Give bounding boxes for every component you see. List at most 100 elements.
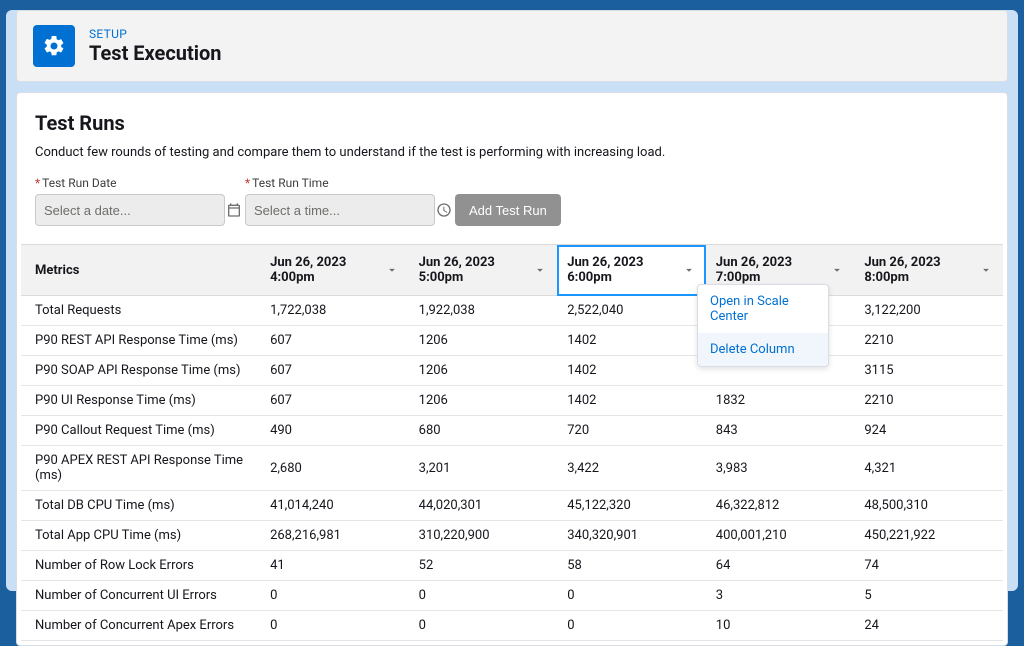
- run-header[interactable]: Jun 26, 2023 4:00pm: [260, 245, 409, 296]
- section-heading: Test Runs: [21, 111, 1003, 135]
- time-field: *Test Run Time: [245, 176, 435, 226]
- date-field: *Test Run Date: [35, 176, 225, 226]
- metric-value: 2,522,040: [557, 296, 706, 326]
- metric-value: 680: [409, 416, 558, 446]
- metric-value: 3,422: [557, 446, 706, 491]
- header-titles: SETUP Test Execution: [89, 27, 222, 65]
- table-row: P90 APEX REST API Response Time (ms)2,68…: [21, 446, 1003, 491]
- metric-value: 41,014,240: [260, 491, 409, 521]
- metric-name: P90 SOAP API Response Time (ms): [21, 356, 260, 386]
- metric-value: 3115: [854, 356, 1003, 386]
- run-header[interactable]: Jun 26, 2023 6:00pm: [557, 245, 706, 296]
- metric-value: 41: [260, 551, 409, 581]
- metric-value: 0: [260, 611, 409, 641]
- table-row: Number of Concurrent UI Errors00035: [21, 581, 1003, 611]
- metric-name: Number of Concurrent UI Errors: [21, 581, 260, 611]
- metric-name: P90 APEX REST API Response Time (ms): [21, 446, 260, 491]
- metric-value: 58: [557, 551, 706, 581]
- time-label-text: Test Run Time: [252, 176, 328, 190]
- date-input-wrap[interactable]: [35, 194, 225, 226]
- metric-value: 0: [260, 581, 409, 611]
- time-field-label: *Test Run Time: [245, 176, 435, 190]
- metric-value: 45,122,320: [557, 491, 706, 521]
- header-eyebrow: SETUP: [89, 27, 222, 41]
- metric-value: 0: [409, 581, 558, 611]
- metric-value: 44,020,301: [409, 491, 558, 521]
- metric-value: 10: [706, 611, 855, 641]
- table-row: Total Requests1,722,0381,922,0382,522,04…: [21, 296, 1003, 326]
- date-input[interactable]: [44, 203, 220, 218]
- add-test-run-button[interactable]: Add Test Run: [455, 194, 561, 226]
- metric-value: 843: [706, 416, 855, 446]
- metric-value: 340,320,901: [557, 521, 706, 551]
- metric-value: 0: [557, 611, 706, 641]
- metric-name: Total Requests: [21, 296, 260, 326]
- metric-value: 268,216,981: [260, 521, 409, 551]
- calendar-icon: [226, 202, 242, 218]
- metric-value: 5: [854, 581, 1003, 611]
- page-header: SETUP Test Execution: [16, 10, 1008, 82]
- run-header-label: Jun 26, 2023 4:00pm: [270, 255, 379, 285]
- chevron-down-icon: [979, 263, 993, 277]
- metric-value: 1,922,038: [409, 296, 558, 326]
- metric-value: 24: [854, 611, 1003, 641]
- date-field-label: *Test Run Date: [35, 176, 225, 190]
- chevron-down-icon: [682, 263, 696, 277]
- metric-name: P90 UI Response Time (ms): [21, 386, 260, 416]
- run-header-label: Jun 26, 2023 6:00pm: [567, 255, 676, 285]
- table-row: Total App CPU Time (ms)268,216,981310,22…: [21, 521, 1003, 551]
- metric-name: P90 Callout Request Time (ms): [21, 416, 260, 446]
- run-header[interactable]: Jun 26, 2023 5:00pm: [409, 245, 558, 296]
- metric-name: Total DB CPU Time (ms): [21, 491, 260, 521]
- menu-open-scale-center[interactable]: Open in Scale Center: [698, 285, 828, 333]
- chevron-down-icon: [533, 263, 547, 277]
- metric-value: 2210: [854, 326, 1003, 356]
- run-header-label: Jun 26, 2023 5:00pm: [419, 255, 528, 285]
- metrics-header: Metrics: [21, 245, 260, 296]
- time-input[interactable]: [254, 203, 430, 218]
- metric-value: 924: [854, 416, 1003, 446]
- clock-icon: [436, 202, 452, 218]
- table-row: P90 SOAP API Response Time (ms)607120614…: [21, 356, 1003, 386]
- gear-icon: [33, 25, 75, 67]
- metric-value: 607: [260, 386, 409, 416]
- metric-value: 52: [409, 551, 558, 581]
- page-title: Test Execution: [89, 41, 222, 65]
- app-shell: SETUP Test Execution Test Runs Conduct f…: [6, 10, 1018, 591]
- metric-value: 1832: [706, 386, 855, 416]
- table-row: Number of Row Lock Errors4152586474: [21, 551, 1003, 581]
- metric-value: 1206: [409, 326, 558, 356]
- run-header-label: Jun 26, 2023 8:00pm: [864, 255, 973, 285]
- metric-name: Total App CPU Time (ms): [21, 521, 260, 551]
- table-row: P90 UI Response Time (ms)607120614021832…: [21, 386, 1003, 416]
- metric-value: 310,220,900: [409, 521, 558, 551]
- metric-value: 64: [706, 551, 855, 581]
- metric-value: 0: [557, 581, 706, 611]
- table-row: P90 REST API Response Time (ms)607120614…: [21, 326, 1003, 356]
- metric-name: Number of Row Lock Errors: [21, 551, 260, 581]
- time-input-wrap[interactable]: [245, 194, 435, 226]
- menu-delete-column[interactable]: Delete Column: [698, 333, 828, 366]
- metric-value: 2210: [854, 386, 1003, 416]
- chevron-down-icon: [385, 263, 399, 277]
- metrics-table: Metrics Jun 26, 2023 4:00pm Jun 26, 2023 5…: [21, 244, 1003, 641]
- table-row: P90 Callout Request Time (ms)49068072084…: [21, 416, 1003, 446]
- metric-value: 490: [260, 416, 409, 446]
- metric-value: 3: [706, 581, 855, 611]
- metric-value: 74: [854, 551, 1003, 581]
- metric-name: P90 REST API Response Time (ms): [21, 326, 260, 356]
- metric-value: 1402: [557, 386, 706, 416]
- column-menu: Open in Scale Center Delete Column: [697, 284, 829, 367]
- chevron-down-icon: [830, 263, 844, 277]
- date-label-text: Test Run Date: [42, 176, 116, 190]
- run-header[interactable]: Jun 26, 2023 8:00pm: [854, 245, 1003, 296]
- run-header-label: Jun 26, 2023 7:00pm: [716, 255, 825, 285]
- metric-value: 400,001,210: [706, 521, 855, 551]
- metric-value: 607: [260, 356, 409, 386]
- required-indicator: *: [35, 176, 40, 190]
- metric-value: 607: [260, 326, 409, 356]
- metric-value: 1,722,038: [260, 296, 409, 326]
- metric-value: 1206: [409, 356, 558, 386]
- metric-value: 48,500,310: [854, 491, 1003, 521]
- required-indicator: *: [245, 176, 250, 190]
